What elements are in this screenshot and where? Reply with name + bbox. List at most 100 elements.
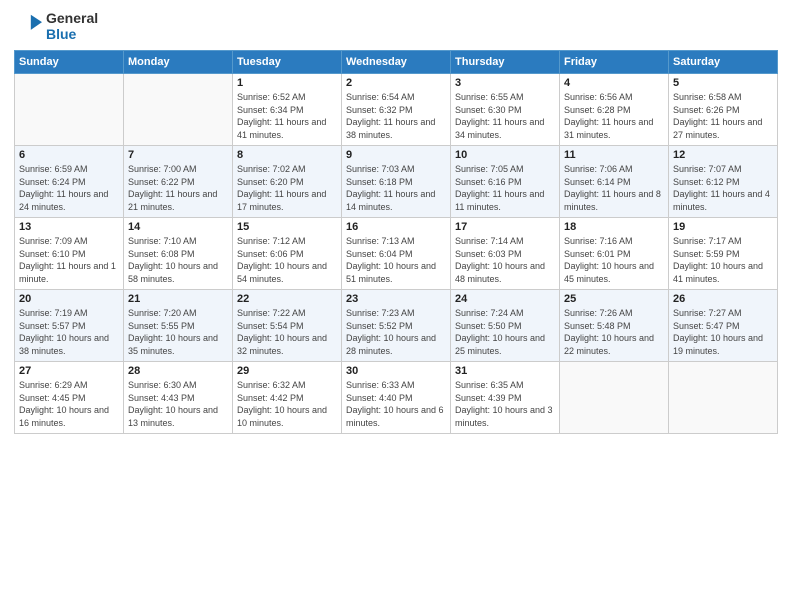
day-info: Sunrise: 7:22 AM Sunset: 5:54 PM Dayligh… [237,307,337,357]
col-header-monday: Monday [124,51,233,74]
day-cell: 7 Sunrise: 7:00 AM Sunset: 6:22 PM Daylig… [124,146,233,218]
day-number: 4 [564,77,664,89]
day-number: 25 [564,293,664,305]
col-header-wednesday: Wednesday [342,51,451,74]
day-number: 3 [455,77,555,89]
day-info: Sunrise: 7:03 AM Sunset: 6:18 PM Dayligh… [346,163,446,213]
day-info: Sunrise: 6:58 AM Sunset: 6:26 PM Dayligh… [673,91,773,141]
day-cell: 17 Sunrise: 7:14 AM Sunset: 6:03 PM Dayli… [451,218,560,290]
day-cell [15,74,124,146]
day-number: 18 [564,221,664,233]
header-row: SundayMondayTuesdayWednesdayThursdayFrid… [15,51,778,74]
day-info: Sunrise: 6:29 AM Sunset: 4:45 PM Dayligh… [19,379,119,429]
day-number: 24 [455,293,555,305]
week-row-2: 6 Sunrise: 6:59 AM Sunset: 6:24 PM Daylig… [15,146,778,218]
day-cell: 9 Sunrise: 7:03 AM Sunset: 6:18 PM Daylig… [342,146,451,218]
day-cell: 12 Sunrise: 7:07 AM Sunset: 6:12 PM Dayli… [669,146,778,218]
day-info: Sunrise: 7:26 AM Sunset: 5:48 PM Dayligh… [564,307,664,357]
day-info: Sunrise: 7:20 AM Sunset: 5:55 PM Dayligh… [128,307,228,357]
day-cell: 25 Sunrise: 7:26 AM Sunset: 5:48 PM Dayli… [560,290,669,362]
day-number: 14 [128,221,228,233]
day-number: 6 [19,149,119,161]
day-number: 27 [19,365,119,377]
day-info: Sunrise: 6:35 AM Sunset: 4:39 PM Dayligh… [455,379,555,429]
day-cell: 15Sunrise: 7:12 AM Sunset: 6:06 PM Dayli… [233,218,342,290]
logo-text-block: GeneralBlue [46,10,98,42]
week-row-4: 20Sunrise: 7:19 AM Sunset: 5:57 PM Dayli… [15,290,778,362]
logo-general: General [46,10,98,26]
day-info: Sunrise: 7:09 AM Sunset: 6:10 PM Dayligh… [19,235,119,285]
day-info: Sunrise: 6:33 AM Sunset: 4:40 PM Dayligh… [346,379,446,429]
day-info: Sunrise: 7:06 AM Sunset: 6:14 PM Dayligh… [564,163,664,213]
day-info: Sunrise: 6:32 AM Sunset: 4:42 PM Dayligh… [237,379,337,429]
col-header-thursday: Thursday [451,51,560,74]
day-info: Sunrise: 6:56 AM Sunset: 6:28 PM Dayligh… [564,91,664,141]
day-info: Sunrise: 6:52 AM Sunset: 6:34 PM Dayligh… [237,91,337,141]
week-row-3: 13 Sunrise: 7:09 AM Sunset: 6:10 PM Dayli… [15,218,778,290]
day-info: Sunrise: 7:13 AM Sunset: 6:04 PM Dayligh… [346,235,446,285]
day-cell: 8 Sunrise: 7:02 AM Sunset: 6:20 PM Daylig… [233,146,342,218]
day-info: Sunrise: 7:23 AM Sunset: 5:52 PM Dayligh… [346,307,446,357]
day-number: 8 [237,149,337,161]
day-number: 15 [237,221,337,233]
week-row-1: 1 Sunrise: 6:52 AM Sunset: 6:34 PM Daylig… [15,74,778,146]
day-info: Sunrise: 7:27 AM Sunset: 5:47 PM Dayligh… [673,307,773,357]
day-number: 1 [237,77,337,89]
day-number: 21 [128,293,228,305]
day-number: 9 [346,149,446,161]
col-header-tuesday: Tuesday [233,51,342,74]
day-number: 7 [128,149,228,161]
day-info: Sunrise: 6:55 AM Sunset: 6:30 PM Dayligh… [455,91,555,141]
day-number: 31 [455,365,555,377]
day-number: 10 [455,149,555,161]
day-info: Sunrise: 7:05 AM Sunset: 6:16 PM Dayligh… [455,163,555,213]
day-number: 22 [237,293,337,305]
day-cell: 28 Sunrise: 6:30 AM Sunset: 4:43 PM Dayli… [124,362,233,434]
day-cell: 29 Sunrise: 6:32 AM Sunset: 4:42 PM Dayli… [233,362,342,434]
day-info: Sunrise: 7:07 AM Sunset: 6:12 PM Dayligh… [673,163,773,213]
day-number: 13 [19,221,119,233]
day-number: 17 [455,221,555,233]
logo-blue: Blue [46,26,98,42]
day-info: Sunrise: 7:14 AM Sunset: 6:03 PM Dayligh… [455,235,555,285]
day-info: Sunrise: 7:24 AM Sunset: 5:50 PM Dayligh… [455,307,555,357]
day-info: Sunrise: 7:19 AM Sunset: 5:57 PM Dayligh… [19,307,119,357]
day-info: Sunrise: 7:10 AM Sunset: 6:08 PM Dayligh… [128,235,228,285]
logo-icon [14,12,42,40]
day-info: Sunrise: 6:30 AM Sunset: 4:43 PM Dayligh… [128,379,228,429]
day-cell: 6 Sunrise: 6:59 AM Sunset: 6:24 PM Daylig… [15,146,124,218]
day-info: Sunrise: 7:17 AM Sunset: 5:59 PM Dayligh… [673,235,773,285]
col-header-sunday: Sunday [15,51,124,74]
day-number: 11 [564,149,664,161]
day-info: Sunrise: 7:00 AM Sunset: 6:22 PM Dayligh… [128,163,228,213]
day-cell: 22 Sunrise: 7:22 AM Sunset: 5:54 PM Dayli… [233,290,342,362]
day-number: 23 [346,293,446,305]
day-info: Sunrise: 7:02 AM Sunset: 6:20 PM Dayligh… [237,163,337,213]
day-number: 16 [346,221,446,233]
day-cell: 21 Sunrise: 7:20 AM Sunset: 5:55 PM Dayli… [124,290,233,362]
day-cell: 30 Sunrise: 6:33 AM Sunset: 4:40 PM Dayli… [342,362,451,434]
day-cell: 10 Sunrise: 7:05 AM Sunset: 6:16 PM Dayli… [451,146,560,218]
day-cell: 11 Sunrise: 7:06 AM Sunset: 6:14 PM Dayli… [560,146,669,218]
day-cell [560,362,669,434]
day-cell: 1 Sunrise: 6:52 AM Sunset: 6:34 PM Daylig… [233,74,342,146]
day-number: 28 [128,365,228,377]
day-cell: 14 Sunrise: 7:10 AM Sunset: 6:08 PM Dayli… [124,218,233,290]
day-number: 12 [673,149,773,161]
day-number: 29 [237,365,337,377]
day-cell: 26 Sunrise: 7:27 AM Sunset: 5:47 PM Dayli… [669,290,778,362]
day-info: Sunrise: 6:54 AM Sunset: 6:32 PM Dayligh… [346,91,446,141]
day-number: 30 [346,365,446,377]
calendar-page: GeneralBlue SundayMondayTuesdayWednesday… [0,0,792,612]
day-cell: 4 Sunrise: 6:56 AM Sunset: 6:28 PM Daylig… [560,74,669,146]
logo: GeneralBlue [14,10,98,42]
day-cell: 23 Sunrise: 7:23 AM Sunset: 5:52 PM Dayli… [342,290,451,362]
header: GeneralBlue [14,10,778,42]
week-row-5: 27 Sunrise: 6:29 AM Sunset: 4:45 PM Dayli… [15,362,778,434]
day-cell: 20Sunrise: 7:19 AM Sunset: 5:57 PM Dayli… [15,290,124,362]
day-number: 26 [673,293,773,305]
calendar-table: SundayMondayTuesdayWednesdayThursdayFrid… [14,50,778,434]
day-cell: 24 Sunrise: 7:24 AM Sunset: 5:50 PM Dayli… [451,290,560,362]
day-info: Sunrise: 6:59 AM Sunset: 6:24 PM Dayligh… [19,163,119,213]
day-cell [669,362,778,434]
